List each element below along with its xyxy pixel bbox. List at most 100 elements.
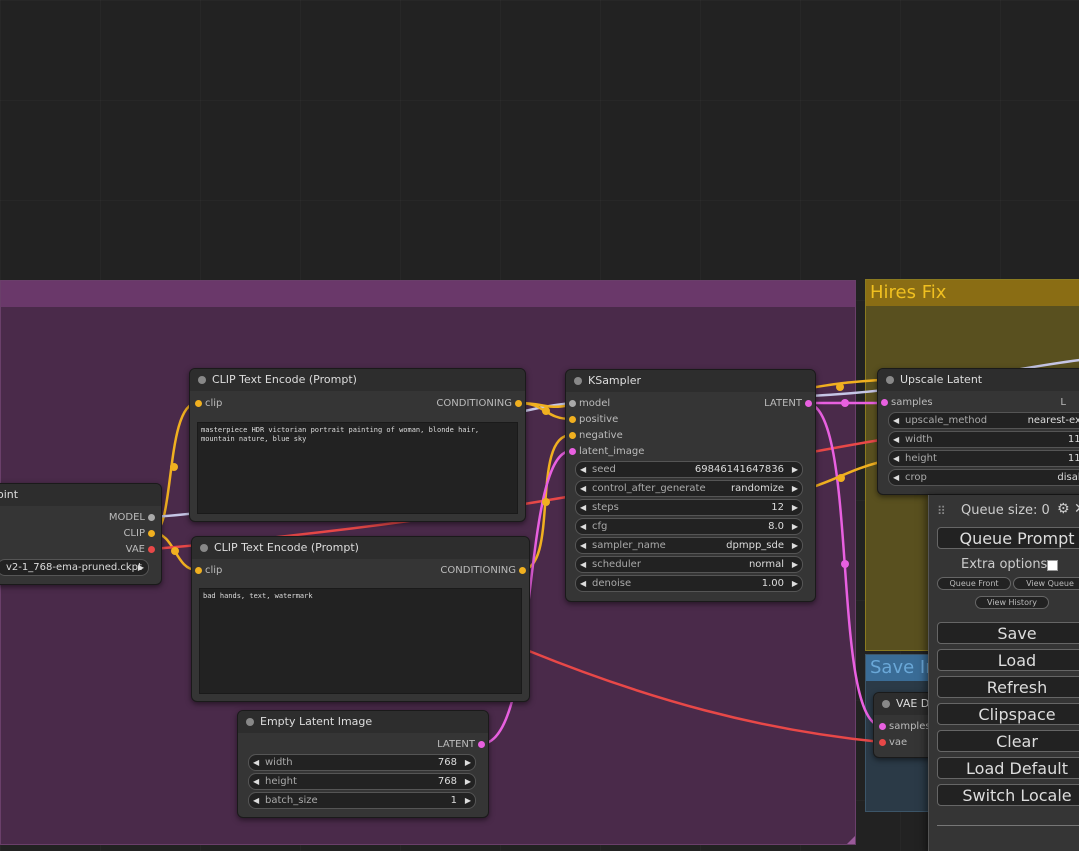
widget-crop[interactable]: ◀ crop disabl bbox=[888, 469, 1079, 486]
node-load-checkpoint[interactable]: oint MODEL CLIP VAE v2-1_768-ema-pruned.… bbox=[0, 483, 162, 585]
input-clip[interactable]: clip bbox=[195, 565, 222, 577]
extra-options-checkbox[interactable] bbox=[1047, 560, 1058, 571]
group-resize-handle[interactable] bbox=[847, 836, 855, 844]
slot-dot[interactable] bbox=[879, 739, 886, 746]
save-button[interactable]: Save bbox=[937, 622, 1079, 644]
output-vae[interactable]: VAE bbox=[126, 544, 155, 556]
collapse-dot-icon[interactable] bbox=[200, 544, 208, 552]
node-empty-latent-image[interactable]: Empty Latent Image LATENT ◀ width 768 ▶ ◀ he… bbox=[237, 710, 489, 818]
output-clip[interactable]: CLIP bbox=[123, 528, 155, 540]
arrow-right-icon[interactable]: ▶ bbox=[792, 519, 798, 534]
widget-width[interactable]: ◀ width 115 bbox=[888, 431, 1079, 448]
widget-batch-size[interactable]: ◀ batch_size 1 ▶ bbox=[248, 792, 476, 809]
arrow-right-icon[interactable]: ▶ bbox=[792, 481, 798, 496]
input-samples[interactable]: samples bbox=[881, 397, 933, 409]
arrow-right-icon[interactable]: ▶ bbox=[465, 793, 471, 808]
widget-cfg[interactable]: ◀ cfg 8.0 ▶ bbox=[575, 518, 803, 535]
input-samples[interactable]: samples bbox=[879, 721, 931, 733]
arrow-right-icon[interactable]: ▶ bbox=[138, 560, 144, 575]
input-latent-image[interactable]: latent_image bbox=[569, 446, 644, 458]
arrow-right-icon[interactable]: ▶ bbox=[465, 755, 471, 770]
slot-dot[interactable] bbox=[195, 400, 202, 407]
slot-dot[interactable] bbox=[519, 567, 526, 574]
widget-denoise[interactable]: ◀ denoise 1.00 ▶ bbox=[575, 575, 803, 592]
collapse-dot-icon[interactable] bbox=[246, 718, 254, 726]
prompt-text-negative[interactable]: bad hands, text, watermark bbox=[199, 588, 522, 694]
arrow-right-icon[interactable]: ▶ bbox=[792, 557, 798, 572]
close-icon[interactable]: ✕ bbox=[1074, 501, 1079, 517]
switch-locale-button[interactable]: Switch Locale bbox=[937, 784, 1079, 806]
output-latent[interactable]: L bbox=[1060, 397, 1076, 409]
input-clip[interactable]: clip bbox=[195, 398, 222, 410]
arrow-right-icon[interactable]: ▶ bbox=[465, 774, 471, 789]
input-positive[interactable]: positive bbox=[569, 414, 618, 426]
graph-canvas[interactable]: Hires Fix Save Im oint MODEL CLIP VAE v2… bbox=[0, 0, 1079, 851]
widget-seed[interactable]: ◀ seed 69846141647836 ▶ bbox=[575, 461, 803, 478]
arrow-right-icon[interactable]: ▶ bbox=[792, 576, 798, 591]
slot-dot[interactable] bbox=[569, 448, 576, 455]
widget-control-after-generate[interactable]: ◀ control_after_generate randomize ▶ bbox=[575, 480, 803, 497]
slot-dot[interactable] bbox=[478, 741, 485, 748]
collapse-dot-icon[interactable] bbox=[886, 376, 894, 384]
arrow-left-icon[interactable]: ◀ bbox=[253, 793, 259, 808]
arrow-left-icon[interactable]: ◀ bbox=[580, 462, 586, 477]
input-model[interactable]: model bbox=[569, 398, 610, 410]
queue-front-button[interactable]: Queue Front bbox=[937, 577, 1011, 590]
node-clip-text-positive[interactable]: CLIP Text Encode (Prompt) clip CONDITION… bbox=[189, 368, 526, 522]
arrow-left-icon[interactable]: ◀ bbox=[580, 519, 586, 534]
node-title[interactable]: oint bbox=[0, 484, 161, 506]
node-title[interactable]: CLIP Text Encode (Prompt) bbox=[192, 537, 529, 559]
input-negative[interactable]: negative bbox=[569, 430, 623, 442]
arrow-left-icon[interactable]: ◀ bbox=[580, 576, 586, 591]
slot-dot[interactable] bbox=[805, 400, 812, 407]
widget-sampler-name[interactable]: ◀ sampler_name dpmpp_sde ▶ bbox=[575, 537, 803, 554]
node-title[interactable]: Upscale Latent bbox=[878, 369, 1079, 391]
node-title[interactable]: Empty Latent Image bbox=[238, 711, 488, 733]
group-main-header[interactable] bbox=[1, 281, 855, 307]
arrow-left-icon[interactable]: ◀ bbox=[893, 432, 899, 447]
arrow-left-icon[interactable]: ◀ bbox=[253, 755, 259, 770]
collapse-dot-icon[interactable] bbox=[198, 376, 206, 384]
node-title[interactable]: CLIP Text Encode (Prompt) bbox=[190, 369, 525, 391]
slot-dot[interactable] bbox=[515, 400, 522, 407]
arrow-right-icon[interactable]: ▶ bbox=[792, 538, 798, 553]
node-ksampler[interactable]: KSampler model positive negative latent_… bbox=[565, 369, 816, 602]
prompt-text-positive[interactable]: masterpiece HDR victorian portrait paint… bbox=[197, 422, 518, 514]
node-title[interactable]: KSampler bbox=[566, 370, 815, 392]
output-conditioning[interactable]: CONDITIONING bbox=[436, 398, 522, 410]
refresh-button[interactable]: Refresh bbox=[937, 676, 1079, 698]
output-model[interactable]: MODEL bbox=[109, 512, 155, 524]
output-conditioning[interactable]: CONDITIONING bbox=[440, 565, 526, 577]
arrow-right-icon[interactable]: ▶ bbox=[792, 500, 798, 515]
slot-dot[interactable] bbox=[569, 400, 576, 407]
collapse-dot-icon[interactable] bbox=[882, 700, 890, 708]
input-vae[interactable]: vae bbox=[879, 737, 907, 749]
widget-steps[interactable]: ◀ steps 12 ▶ bbox=[575, 499, 803, 516]
queue-menu-panel[interactable]: ⠿ Queue size: 0 ⚙ ✕ Queue Prompt Extra o… bbox=[928, 495, 1079, 851]
arrow-left-icon[interactable]: ◀ bbox=[580, 481, 586, 496]
slot-dot[interactable] bbox=[881, 399, 888, 406]
arrow-left-icon[interactable]: ◀ bbox=[580, 538, 586, 553]
clear-button[interactable]: Clear bbox=[937, 730, 1079, 752]
slot-dot[interactable] bbox=[879, 723, 886, 730]
slot-dot[interactable] bbox=[569, 432, 576, 439]
output-latent[interactable]: LATENT bbox=[764, 398, 812, 410]
node-upscale-latent[interactable]: Upscale Latent samples L ◀ upscale_method… bbox=[877, 368, 1079, 495]
collapse-dot-icon[interactable] bbox=[574, 377, 582, 385]
arrow-right-icon[interactable]: ▶ bbox=[792, 462, 798, 477]
slot-dot[interactable] bbox=[148, 530, 155, 537]
widget-height[interactable]: ◀ height 768 ▶ bbox=[248, 773, 476, 790]
queue-prompt-button[interactable]: Queue Prompt bbox=[937, 527, 1079, 549]
ckpt-name-widget[interactable]: v2-1_768-ema-pruned.ckpt ▶ bbox=[0, 559, 149, 576]
arrow-left-icon[interactable]: ◀ bbox=[253, 774, 259, 789]
clipspace-button[interactable]: Clipspace bbox=[937, 703, 1079, 725]
widget-upscale-method[interactable]: ◀ upscale_method nearest-exa bbox=[888, 412, 1079, 429]
slot-dot[interactable] bbox=[195, 567, 202, 574]
arrow-left-icon[interactable]: ◀ bbox=[893, 413, 899, 428]
arrow-left-icon[interactable]: ◀ bbox=[580, 557, 586, 572]
view-queue-button[interactable]: View Queue bbox=[1013, 577, 1079, 590]
slot-dot[interactable] bbox=[148, 546, 155, 553]
slot-dot[interactable] bbox=[148, 514, 155, 521]
slot-dot[interactable] bbox=[569, 416, 576, 423]
node-clip-text-negative[interactable]: CLIP Text Encode (Prompt) clip CONDITION… bbox=[191, 536, 530, 702]
